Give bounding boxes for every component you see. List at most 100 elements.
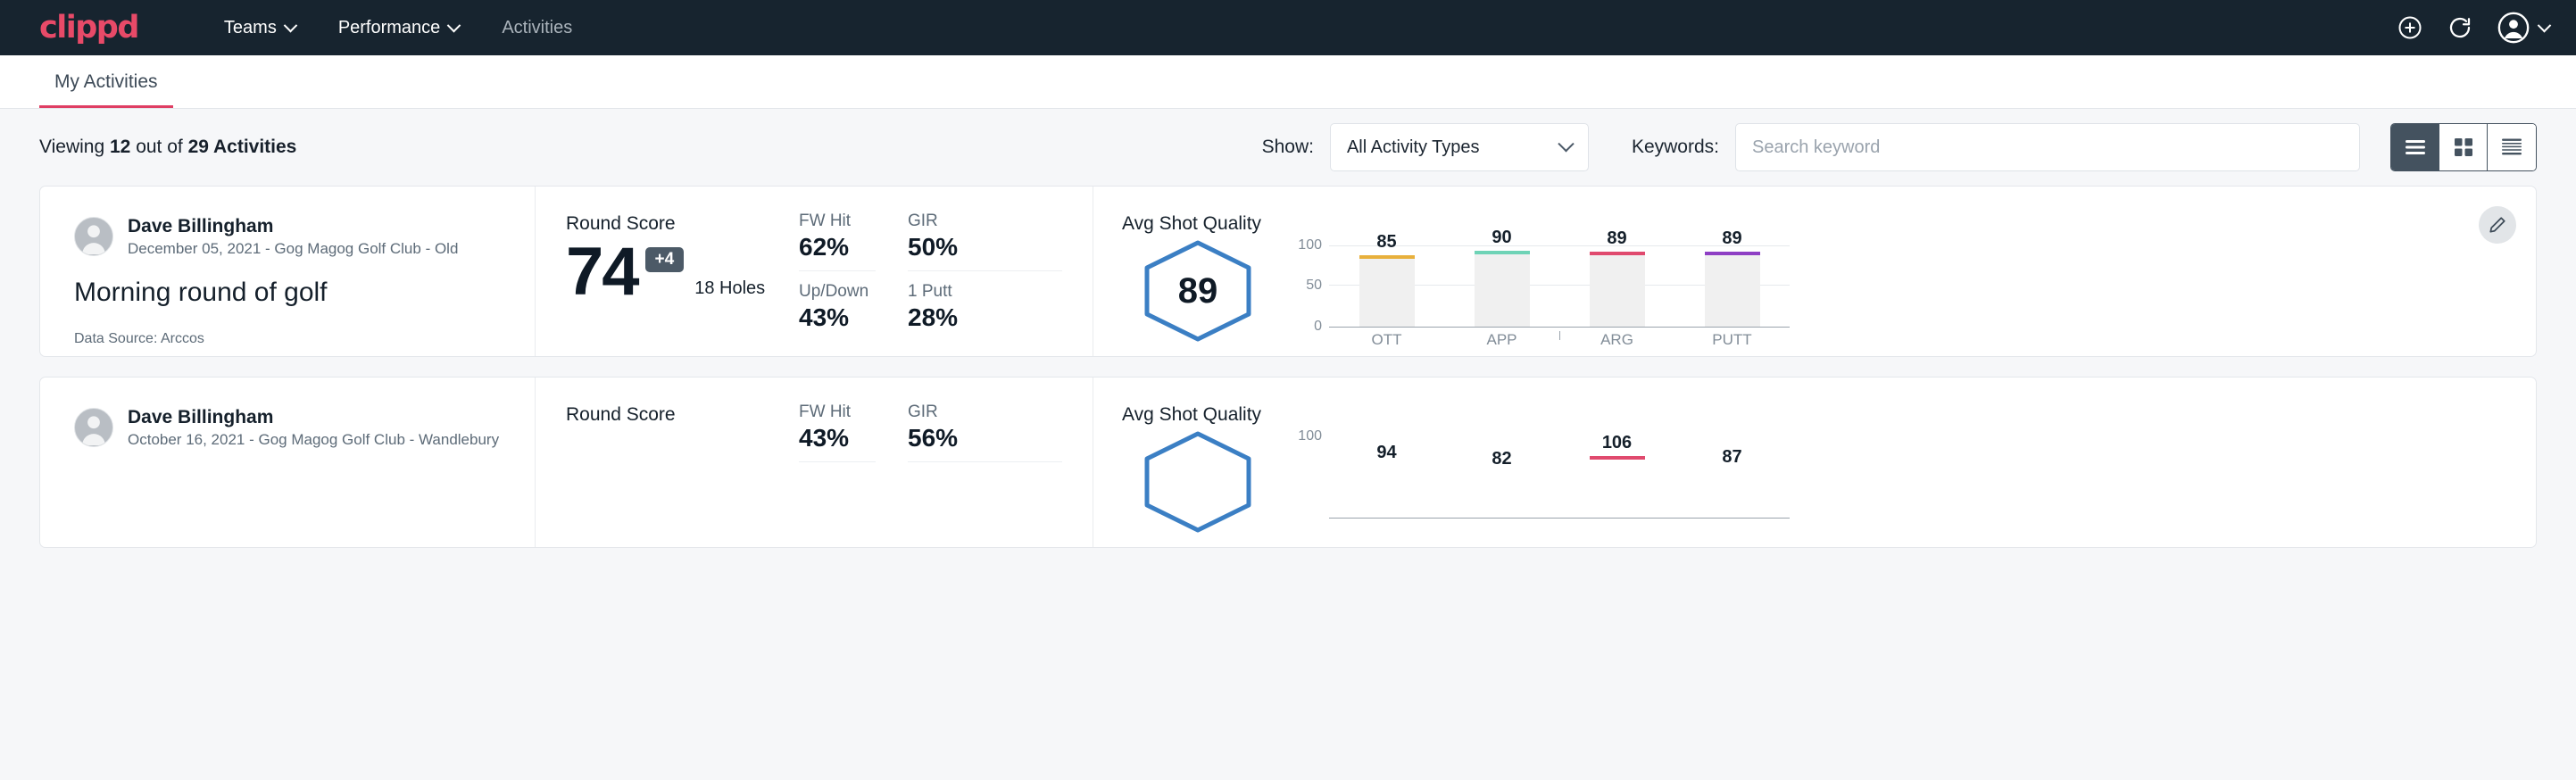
- activity-card-list: Dave Billingham December 05, 2021 - Gog …: [0, 186, 2576, 548]
- chevron-down-icon: [2538, 18, 2552, 32]
- stat-up-down-label: Up/Down: [799, 282, 876, 302]
- avg-shot-quality-column: Avg Shot Quality 100: [1093, 378, 2536, 547]
- viewing-total: 29 Activities: [188, 137, 297, 157]
- tab-my-activities-label: My Activities: [54, 71, 158, 92]
- stat-fw-hit-value: 62%: [799, 233, 876, 261]
- chart-bar-cell: 89: [1674, 238, 1790, 327]
- y-tick-100: 100: [1298, 237, 1322, 253]
- keywords-label: Keywords:: [1632, 137, 1719, 158]
- chart-bars: 94 82: [1329, 429, 1790, 518]
- chart-bar-ott: 94: [1359, 469, 1415, 518]
- holes-label: 18 Holes: [694, 278, 765, 304]
- chart-plot-area: 94 82: [1329, 429, 1790, 519]
- chart-bar-cell: 94: [1329, 429, 1444, 518]
- round-score-column: Round Score: [536, 378, 799, 547]
- chart-x-label-putt: PUTT: [1674, 331, 1790, 349]
- stat-up-down-value: 43%: [799, 303, 876, 332]
- y-tick-0: 0: [1314, 319, 1322, 335]
- avg-shot-quality-label: Avg Shot Quality: [1122, 213, 2536, 235]
- chart-bar-cell: 106: [1559, 429, 1674, 518]
- stat-one-putt-value: 28%: [908, 303, 1062, 332]
- chart-bar-cap: [1475, 251, 1530, 254]
- avatar: [74, 217, 113, 256]
- chart-x-axis: OTT APP ARG PUTT: [1329, 331, 1790, 349]
- shot-quality-chart-plot: 100 94 82: [1290, 429, 1790, 519]
- avg-shot-quality-column: Avg Shot Quality 89 100 50 0: [1093, 187, 2536, 356]
- nav-item-performance-label: Performance: [338, 18, 441, 38]
- nav-item-teams[interactable]: Teams: [203, 0, 317, 55]
- chart-bar-cap: [1705, 252, 1760, 255]
- activity-meta: December 05, 2021 - Gog Magog Golf Club …: [128, 240, 458, 258]
- chart-bar-value-arg: 89: [1607, 228, 1626, 249]
- nav-actions: [2397, 11, 2549, 45]
- quality-hexagon: 89: [1122, 238, 1274, 344]
- stats-column: FW Hit 62% GIR 50% Up/Down 43% 1 Putt 28…: [799, 187, 1093, 356]
- view-compact-button[interactable]: [2488, 124, 2536, 170]
- chart-bar-cap: [1590, 456, 1645, 460]
- chart-bar-value-app: 90: [1492, 228, 1511, 248]
- nav-item-activities-label: Activities: [502, 18, 572, 38]
- stat-gir-label: GIR: [908, 212, 1062, 231]
- activity-card[interactable]: Dave Billingham December 05, 2021 - Gog …: [39, 186, 2537, 357]
- chart-x-tick: [1559, 331, 1560, 340]
- chart-bar-cell: 82: [1444, 429, 1559, 518]
- player-name: Dave Billingham: [128, 215, 458, 238]
- stat-gir-value: 56%: [908, 424, 1062, 452]
- chevron-down-icon: [447, 18, 461, 32]
- activity-type-select[interactable]: All Activity Types: [1330, 123, 1589, 171]
- edit-activity-button[interactable]: [2479, 206, 2516, 244]
- player-row: Dave Billingham December 05, 2021 - Gog …: [74, 215, 535, 258]
- chart-x-label-app: APP: [1444, 331, 1559, 349]
- chart-x-label-text: OTT: [1372, 331, 1402, 348]
- stat-one-putt: 1 Putt 28%: [908, 282, 1062, 341]
- stat-one-putt-label: 1 Putt: [908, 282, 1062, 302]
- avg-shot-quality-body: 100 94 82: [1122, 429, 2536, 535]
- chart-x-label-text: ARG: [1600, 331, 1633, 348]
- chart-x-label-ott: OTT: [1329, 331, 1444, 349]
- nav-item-performance[interactable]: Performance: [317, 0, 481, 55]
- view-grid-button[interactable]: [2439, 124, 2488, 170]
- stat-gir: GIR 56%: [908, 402, 1062, 462]
- add-icon[interactable]: [2397, 14, 2423, 41]
- y-tick-50: 50: [1306, 278, 1322, 294]
- stat-fw-hit-label: FW Hit: [799, 402, 876, 422]
- chart-bar-arg: 106: [1590, 460, 1645, 518]
- chart-bar-value-ott: 94: [1376, 443, 1396, 463]
- chart-bar-ott: 85: [1359, 259, 1415, 327]
- avg-shot-quality-body: 89 100 50 0: [1122, 238, 2536, 349]
- view-toggle-group: [2390, 123, 2537, 171]
- data-source-label: Data Source: Arccos: [74, 331, 535, 347]
- shot-quality-chart: 100 50 0 85: [1290, 238, 1790, 349]
- round-score-label: Round Score: [566, 213, 799, 235]
- account-avatar[interactable]: [2497, 11, 2549, 45]
- chart-bar-putt: 89: [1705, 255, 1760, 327]
- clippd-logo[interactable]: clippd: [39, 10, 138, 46]
- tab-my-activities[interactable]: My Activities: [39, 71, 173, 108]
- chart-x-label-arg: ARG: [1559, 331, 1674, 349]
- viewing-middle: out of: [130, 137, 187, 157]
- chevron-down-icon: [284, 18, 298, 32]
- viewing-count: 12: [110, 137, 130, 157]
- shot-quality-chart-plot: 100 50 0 85: [1290, 238, 1790, 328]
- chart-bar-value-ott: 85: [1376, 232, 1396, 253]
- chart-bar-cap: [1359, 255, 1415, 259]
- shot-quality-chart: 100 94 82: [1290, 429, 1790, 519]
- view-list-button[interactable]: [2391, 124, 2439, 170]
- stat-fw-hit: FW Hit 43%: [799, 402, 876, 462]
- chart-bar-cell: 85: [1329, 238, 1444, 327]
- refresh-icon[interactable]: [2447, 14, 2473, 41]
- activity-info-column: Dave Billingham October 16, 2021 - Gog M…: [40, 378, 536, 547]
- show-label: Show:: [1262, 137, 1314, 158]
- activity-card[interactable]: Dave Billingham October 16, 2021 - Gog M…: [39, 377, 2537, 548]
- nav-item-activities[interactable]: Activities: [480, 0, 594, 55]
- round-score-label: Round Score: [566, 404, 799, 426]
- avg-shot-quality-label: Avg Shot Quality: [1122, 404, 2536, 426]
- chart-x-label-text: PUTT: [1712, 331, 1751, 348]
- player-row: Dave Billingham October 16, 2021 - Gog M…: [74, 406, 535, 449]
- chart-bar-app: 90: [1475, 254, 1530, 327]
- search-input[interactable]: [1735, 123, 2360, 171]
- chart-bar-app: 82: [1475, 476, 1530, 518]
- tab-bar: My Activities: [0, 55, 2576, 109]
- chart-y-axis: 100: [1290, 429, 1325, 519]
- chart-bar-cell: 87: [1674, 429, 1790, 518]
